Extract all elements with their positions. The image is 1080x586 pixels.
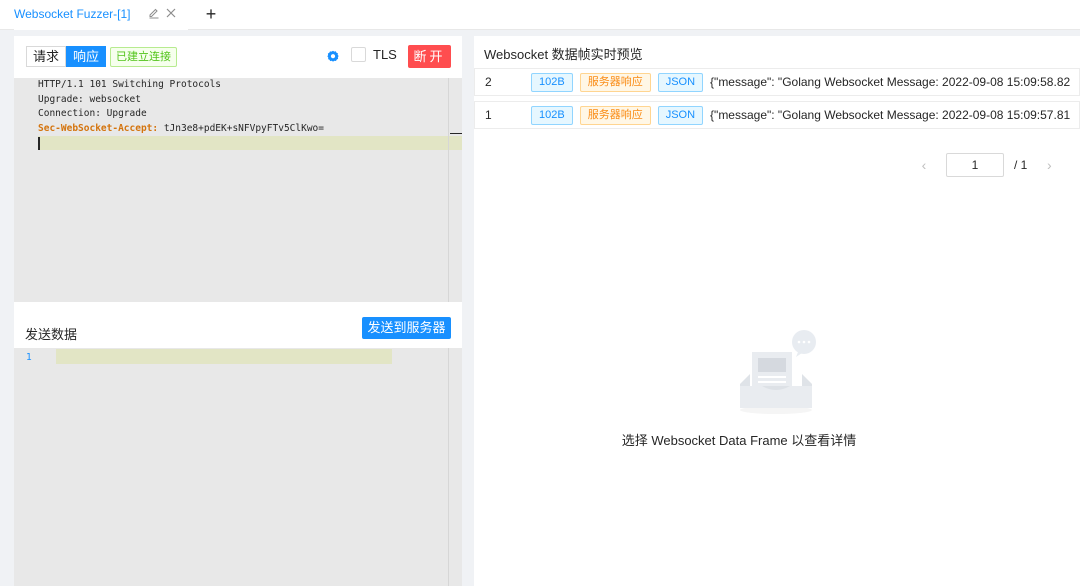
line-number: 1 bbox=[26, 352, 32, 363]
editor-ruler bbox=[448, 348, 449, 586]
header-key: Sec-WebSocket-Accept: bbox=[38, 122, 159, 134]
request-response-toggle: 请求 响应 bbox=[26, 46, 107, 67]
frame-size-tag: 102B bbox=[531, 72, 573, 92]
request-response-panel: 请求 响应 已建立连接 TLS 断开 HTTP/1.1 101 Switchin… bbox=[14, 36, 462, 586]
frame-direction-tag: 服务器响应 bbox=[579, 72, 651, 92]
page-total: / 1 bbox=[1014, 158, 1028, 172]
tls-toggle[interactable]: TLS bbox=[351, 47, 397, 62]
disconnect-button[interactable]: 断开 bbox=[408, 45, 451, 68]
connection-status-badge: 已建立连接 bbox=[110, 47, 177, 67]
send-to-server-button[interactable]: 发送到服务器 bbox=[362, 317, 451, 339]
send-data-title: 发送数据 bbox=[25, 327, 78, 342]
frame-message: {"message": "Golang Websocket Message: 2… bbox=[710, 108, 1071, 122]
active-line-highlight bbox=[38, 136, 462, 150]
frame-row[interactable]: 2 102B 服务器响应 JSON {"message": "Golang We… bbox=[474, 68, 1080, 96]
prev-page-icon[interactable]: ‹ bbox=[916, 157, 932, 173]
frames-preview-panel: Websocket 数据帧实时预览 2 102B 服务器响应 JSON {"me… bbox=[474, 36, 1080, 586]
response-line: HTTP/1.1 101 Switching Protocols bbox=[38, 79, 222, 90]
tls-checkbox[interactable] bbox=[351, 47, 366, 62]
frame-row[interactable]: 1 102B 服务器响应 JSON {"message": "Golang We… bbox=[474, 101, 1080, 129]
response-tab-button[interactable]: 响应 bbox=[66, 46, 107, 67]
frame-direction-tag: 服务器响应 bbox=[579, 105, 651, 125]
page-number-input[interactable]: 1 bbox=[946, 153, 1004, 177]
tab-websocket-fuzzer[interactable]: Websocket Fuzzer-[1] bbox=[14, 0, 189, 30]
add-tab-button[interactable]: + bbox=[203, 4, 219, 24]
editor-ruler bbox=[448, 78, 449, 302]
response-editor[interactable]: HTTP/1.1 101 Switching Protocols Upgrade… bbox=[14, 78, 462, 302]
frames-panel-title: Websocket 数据帧实时预览 bbox=[484, 47, 643, 62]
edit-icon[interactable] bbox=[148, 7, 160, 22]
tls-label: TLS bbox=[373, 47, 397, 62]
frame-message: {"message": "Golang Websocket Message: 2… bbox=[710, 75, 1071, 89]
next-page-icon[interactable]: › bbox=[1041, 157, 1057, 173]
frame-size-tag: 102B bbox=[531, 105, 573, 125]
tab-bar: Websocket Fuzzer-[1] + bbox=[0, 0, 1080, 30]
response-line: Sec-WebSocket-Accept: tJn3e8+pdEK+sNFVpy… bbox=[14, 122, 448, 137]
response-line: Upgrade: websocket bbox=[38, 93, 141, 105]
send-data-editor[interactable]: 1 bbox=[14, 348, 462, 586]
frame-id: 1 bbox=[485, 108, 492, 122]
frame-type-tag: JSON bbox=[657, 105, 704, 125]
send-data-header: 发送数据 发送到服务器 bbox=[14, 314, 462, 348]
pagination: ‹ 1 / 1 › bbox=[916, 153, 1057, 177]
active-line-highlight bbox=[56, 349, 392, 364]
request-toolbar: 请求 响应 已建立连接 TLS 断开 bbox=[14, 36, 462, 78]
scroll-indicator bbox=[450, 133, 462, 134]
settings-gear-icon[interactable] bbox=[326, 49, 340, 63]
response-line: Connection: Upgrade bbox=[38, 108, 147, 119]
empty-inbox-icon bbox=[736, 328, 816, 418]
frame-id: 2 bbox=[485, 75, 492, 89]
tab-title: Websocket Fuzzer-[1] bbox=[14, 7, 131, 21]
request-tab-button[interactable]: 请求 bbox=[26, 46, 67, 67]
text-cursor bbox=[38, 137, 40, 150]
header-value: tJn3e8+pdEK+sNFVpyFTv5ClKwo= bbox=[158, 122, 324, 134]
frame-type-tag: JSON bbox=[657, 72, 704, 92]
empty-state-text: 选择 Websocket Data Frame 以查看详情 bbox=[621, 433, 857, 448]
response-lines: HTTP/1.1 101 Switching Protocols Upgrade… bbox=[14, 78, 448, 136]
close-icon[interactable] bbox=[166, 7, 176, 21]
